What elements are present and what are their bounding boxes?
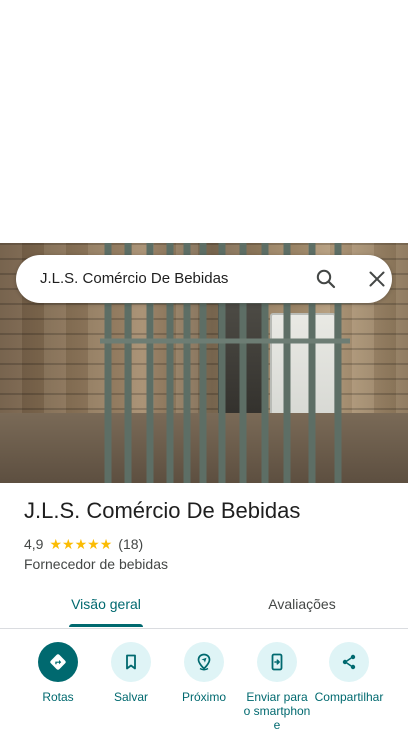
search-icon[interactable] xyxy=(314,267,338,291)
map-blank-area xyxy=(0,0,408,243)
place-category: Fornecedor de bebidas xyxy=(24,556,168,572)
tab-indicator xyxy=(69,624,143,627)
star-icon: ★ xyxy=(49,536,63,552)
rating-stars: ★ ★ ★ ★ ★ xyxy=(49,537,112,551)
save-label: Salvar xyxy=(113,690,148,704)
search-input[interactable]: J.L.S. Comércio De Bebidas xyxy=(40,255,228,303)
send-to-phone-button[interactable]: Enviar para o smartphone xyxy=(237,642,317,732)
nearby-icon xyxy=(184,642,224,682)
tab-bar: Visão geral Avaliações xyxy=(0,585,408,629)
rating-value: 4,9 xyxy=(24,536,44,552)
share-icon xyxy=(329,642,369,682)
tab-reviews[interactable]: Avaliações xyxy=(196,585,408,627)
action-bar: Rotas Salvar Próximo Enviar para o smart… xyxy=(0,642,408,732)
tab-overview[interactable]: Visão geral xyxy=(0,585,212,627)
share-label: Compartilhar xyxy=(314,690,384,704)
share-button[interactable]: Compartilhar xyxy=(309,642,389,704)
star-icon: ★ xyxy=(74,536,88,552)
rating-row[interactable]: 4,9 ★ ★ ★ ★ ★ (18) xyxy=(24,535,143,553)
search-bar[interactable]: J.L.S. Comércio De Bebidas xyxy=(16,255,392,303)
nearby-button[interactable]: Próximo xyxy=(164,642,244,704)
directions-label: Rotas xyxy=(42,690,74,704)
star-icon: ★ xyxy=(87,536,100,552)
nearby-label: Próximo xyxy=(181,690,226,704)
bookmark-icon xyxy=(111,642,151,682)
save-button[interactable]: Salvar xyxy=(91,642,171,704)
review-count: (18) xyxy=(118,536,144,552)
place-title: J.L.S. Comércio De Bebidas xyxy=(24,498,301,523)
directions-icon xyxy=(38,642,78,682)
send-to-phone-icon xyxy=(257,642,297,682)
star-icon: ★ xyxy=(99,536,113,552)
close-icon[interactable] xyxy=(365,267,389,291)
star-icon: ★ xyxy=(62,536,75,552)
directions-button[interactable]: Rotas xyxy=(18,642,98,704)
